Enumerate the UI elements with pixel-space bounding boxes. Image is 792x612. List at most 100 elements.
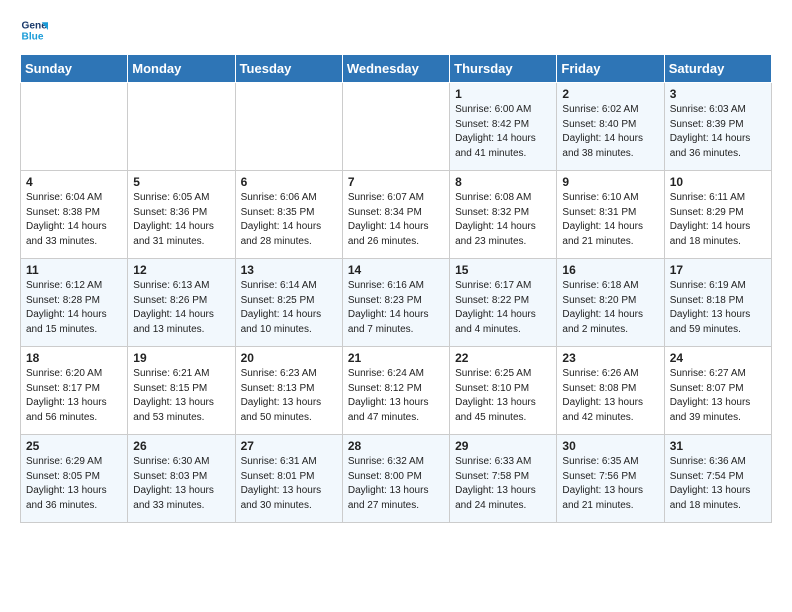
- calendar-table: SundayMondayTuesdayWednesdayThursdayFrid…: [20, 54, 772, 523]
- day-info: Sunrise: 6:26 AM Sunset: 8:08 PM Dayligh…: [562, 367, 658, 425]
- calendar-cell: 9 Sunrise: 6:10 AM Sunset: 8:31 PM Daylig…: [557, 171, 664, 259]
- calendar-cell: 18 Sunrise: 6:20 AM Sunset: 8:17 PM Dayli…: [21, 347, 128, 435]
- day-number: 3: [670, 87, 766, 101]
- calendar-cell: 3 Sunrise: 6:03 AM Sunset: 8:39 PM Daylig…: [664, 83, 771, 171]
- page: General Blue SundayMondayTuesdayWednesda…: [0, 0, 792, 539]
- calendar-cell: 30Sunrise: 6:35 AM Sunset: 7:56 PM Dayli…: [557, 435, 664, 523]
- day-number: 26: [133, 439, 229, 453]
- day-number: 18: [26, 351, 122, 365]
- day-number: 11: [26, 263, 122, 277]
- day-info: Sunrise: 6:06 AM Sunset: 8:35 PM Dayligh…: [241, 191, 337, 249]
- week-row-4: 18 Sunrise: 6:20 AM Sunset: 8:17 PM Dayli…: [21, 347, 772, 435]
- calendar-cell: 16 Sunrise: 6:18 AM Sunset: 8:20 PM Dayli…: [557, 259, 664, 347]
- weekday-header-saturday: Saturday: [664, 55, 771, 83]
- day-info: Sunrise: 6:24 AM Sunset: 8:12 PM Dayligh…: [348, 367, 444, 425]
- day-number: 23: [562, 351, 658, 365]
- day-info: Sunrise: 6:14 AM Sunset: 8:25 PM Dayligh…: [241, 279, 337, 337]
- day-number: 6: [241, 175, 337, 189]
- day-info: Sunrise: 6:23 AM Sunset: 8:13 PM Dayligh…: [241, 367, 337, 425]
- day-number: 1: [455, 87, 551, 101]
- day-info: Sunrise: 6:19 AM Sunset: 8:18 PM Dayligh…: [670, 279, 766, 337]
- week-row-3: 11 Sunrise: 6:12 AM Sunset: 8:28 PM Dayli…: [21, 259, 772, 347]
- day-number: 12: [133, 263, 229, 277]
- day-info: Sunrise: 6:00 AM Sunset: 8:42 PM Dayligh…: [455, 103, 551, 161]
- logo: General Blue: [20, 16, 52, 44]
- logo-icon: General Blue: [20, 16, 48, 44]
- day-number: 22: [455, 351, 551, 365]
- calendar-cell: 24Sunrise: 6:27 AM Sunset: 8:07 PM Dayli…: [664, 347, 771, 435]
- day-number: 2: [562, 87, 658, 101]
- calendar-cell: [128, 83, 235, 171]
- calendar-cell: 28 Sunrise: 6:32 AM Sunset: 8:00 PM Dayli…: [342, 435, 449, 523]
- day-number: 27: [241, 439, 337, 453]
- day-info: Sunrise: 6:07 AM Sunset: 8:34 PM Dayligh…: [348, 191, 444, 249]
- day-info: Sunrise: 6:11 AM Sunset: 8:29 PM Dayligh…: [670, 191, 766, 249]
- day-info: Sunrise: 6:36 AM Sunset: 7:54 PM Dayligh…: [670, 455, 766, 513]
- day-number: 4: [26, 175, 122, 189]
- day-number: 30: [562, 439, 658, 453]
- day-info: Sunrise: 6:20 AM Sunset: 8:17 PM Dayligh…: [26, 367, 122, 425]
- calendar-cell: 10 Sunrise: 6:11 AM Sunset: 8:29 PM Dayli…: [664, 171, 771, 259]
- calendar-cell: 5 Sunrise: 6:05 AM Sunset: 8:36 PM Daylig…: [128, 171, 235, 259]
- calendar-cell: 11 Sunrise: 6:12 AM Sunset: 8:28 PM Dayli…: [21, 259, 128, 347]
- calendar-cell: 20 Sunrise: 6:23 AM Sunset: 8:13 PM Dayli…: [235, 347, 342, 435]
- calendar-cell: 13 Sunrise: 6:14 AM Sunset: 8:25 PM Dayli…: [235, 259, 342, 347]
- day-info: Sunrise: 6:31 AM Sunset: 8:01 PM Dayligh…: [241, 455, 337, 513]
- day-number: 9: [562, 175, 658, 189]
- day-number: 20: [241, 351, 337, 365]
- calendar-cell: 26 Sunrise: 6:30 AM Sunset: 8:03 PM Dayli…: [128, 435, 235, 523]
- day-number: 15: [455, 263, 551, 277]
- weekday-header-monday: Monday: [128, 55, 235, 83]
- day-info: Sunrise: 6:12 AM Sunset: 8:28 PM Dayligh…: [26, 279, 122, 337]
- day-number: 16: [562, 263, 658, 277]
- week-row-2: 4 Sunrise: 6:04 AM Sunset: 8:38 PM Daylig…: [21, 171, 772, 259]
- day-info: Sunrise: 6:18 AM Sunset: 8:20 PM Dayligh…: [562, 279, 658, 337]
- day-info: Sunrise: 6:32 AM Sunset: 8:00 PM Dayligh…: [348, 455, 444, 513]
- day-info: Sunrise: 6:05 AM Sunset: 8:36 PM Dayligh…: [133, 191, 229, 249]
- day-info: Sunrise: 6:10 AM Sunset: 8:31 PM Dayligh…: [562, 191, 658, 249]
- weekday-header-wednesday: Wednesday: [342, 55, 449, 83]
- calendar-cell: 8 Sunrise: 6:08 AM Sunset: 8:32 PM Daylig…: [450, 171, 557, 259]
- day-number: 17: [670, 263, 766, 277]
- day-number: 28: [348, 439, 444, 453]
- calendar-cell: 4 Sunrise: 6:04 AM Sunset: 8:38 PM Daylig…: [21, 171, 128, 259]
- weekday-header-row: SundayMondayTuesdayWednesdayThursdayFrid…: [21, 55, 772, 83]
- header: General Blue: [20, 16, 772, 44]
- calendar-cell: 21 Sunrise: 6:24 AM Sunset: 8:12 PM Dayli…: [342, 347, 449, 435]
- calendar-cell: 12 Sunrise: 6:13 AM Sunset: 8:26 PM Dayli…: [128, 259, 235, 347]
- day-number: 31: [670, 439, 766, 453]
- weekday-header-tuesday: Tuesday: [235, 55, 342, 83]
- calendar-cell: 17 Sunrise: 6:19 AM Sunset: 8:18 PM Dayli…: [664, 259, 771, 347]
- day-number: 10: [670, 175, 766, 189]
- calendar-cell: [342, 83, 449, 171]
- day-info: Sunrise: 6:30 AM Sunset: 8:03 PM Dayligh…: [133, 455, 229, 513]
- calendar-cell: 6 Sunrise: 6:06 AM Sunset: 8:35 PM Daylig…: [235, 171, 342, 259]
- day-info: Sunrise: 6:04 AM Sunset: 8:38 PM Dayligh…: [26, 191, 122, 249]
- calendar-cell: 29Sunrise: 6:33 AM Sunset: 7:58 PM Dayli…: [450, 435, 557, 523]
- day-number: 21: [348, 351, 444, 365]
- day-info: Sunrise: 6:08 AM Sunset: 8:32 PM Dayligh…: [455, 191, 551, 249]
- calendar-cell: 15Sunrise: 6:17 AM Sunset: 8:22 PM Dayli…: [450, 259, 557, 347]
- day-info: Sunrise: 6:29 AM Sunset: 8:05 PM Dayligh…: [26, 455, 122, 513]
- week-row-5: 25 Sunrise: 6:29 AM Sunset: 8:05 PM Dayli…: [21, 435, 772, 523]
- calendar-cell: 31 Sunrise: 6:36 AM Sunset: 7:54 PM Dayli…: [664, 435, 771, 523]
- day-number: 25: [26, 439, 122, 453]
- calendar-cell: 19Sunrise: 6:21 AM Sunset: 8:15 PM Dayli…: [128, 347, 235, 435]
- calendar-cell: 7Sunrise: 6:07 AM Sunset: 8:34 PM Daylig…: [342, 171, 449, 259]
- day-info: Sunrise: 6:21 AM Sunset: 8:15 PM Dayligh…: [133, 367, 229, 425]
- day-number: 14: [348, 263, 444, 277]
- day-info: Sunrise: 6:02 AM Sunset: 8:40 PM Dayligh…: [562, 103, 658, 161]
- calendar-cell: [235, 83, 342, 171]
- calendar-cell: 14 Sunrise: 6:16 AM Sunset: 8:23 PM Dayli…: [342, 259, 449, 347]
- svg-text:Blue: Blue: [22, 31, 44, 42]
- day-number: 13: [241, 263, 337, 277]
- weekday-header-friday: Friday: [557, 55, 664, 83]
- calendar-cell: 22Sunrise: 6:25 AM Sunset: 8:10 PM Dayli…: [450, 347, 557, 435]
- day-info: Sunrise: 6:03 AM Sunset: 8:39 PM Dayligh…: [670, 103, 766, 161]
- day-number: 5: [133, 175, 229, 189]
- day-info: Sunrise: 6:13 AM Sunset: 8:26 PM Dayligh…: [133, 279, 229, 337]
- calendar-cell: 25 Sunrise: 6:29 AM Sunset: 8:05 PM Dayli…: [21, 435, 128, 523]
- day-info: Sunrise: 6:16 AM Sunset: 8:23 PM Dayligh…: [348, 279, 444, 337]
- day-number: 8: [455, 175, 551, 189]
- calendar-cell: [21, 83, 128, 171]
